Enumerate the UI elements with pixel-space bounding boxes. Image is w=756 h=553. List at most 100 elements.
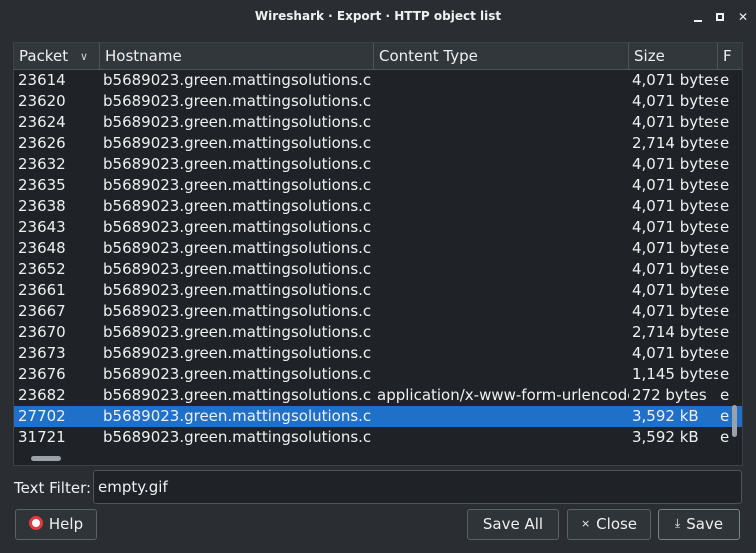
hostname-cell: b5689023.green.mattingsolutions.co — [103, 113, 371, 131]
close-button-label: Close — [596, 515, 638, 533]
minimize-icon[interactable] — [690, 9, 706, 25]
packet-cell: 23682 — [18, 386, 66, 404]
hostname-cell: b5689023.green.mattingsolutions.co — [103, 386, 371, 404]
table-row[interactable]: 23643 b5689023.green.mattingsolutions.co 4… — [14, 217, 742, 238]
table-row[interactable]: 23682 b5689023.green.mattingsolutions.co a… — [14, 385, 742, 406]
packet-cell: 23632 — [18, 155, 66, 173]
table-row[interactable]: 23632 b5689023.green.mattingsolutions.co 4… — [14, 154, 742, 175]
packet-cell: 23652 — [18, 260, 66, 278]
help-button[interactable]: Help — [15, 509, 97, 540]
packet-cell: 23635 — [18, 176, 66, 194]
size-cell: 1,145 bytes — [632, 365, 718, 383]
content-type-cell — [377, 322, 629, 343]
hostname-cell: b5689023.green.mattingsolutions.co — [103, 281, 371, 299]
hostname-cell: b5689023.green.mattingsolutions.co — [103, 197, 371, 215]
content-type-cell — [377, 406, 629, 427]
save-all-button-label: Save All — [482, 515, 544, 533]
close-button[interactable]: × Close — [567, 509, 651, 540]
content-type-cell — [377, 238, 629, 259]
table-row[interactable]: 23635 b5689023.green.mattingsolutions.co 4… — [14, 175, 742, 196]
table-row[interactable]: 23614 b5689023.green.mattingsolutions.co 4… — [14, 70, 742, 91]
table-row[interactable]: 23620 b5689023.green.mattingsolutions.co 4… — [14, 91, 742, 112]
hostname-cell: b5689023.green.mattingsolutions.co — [103, 407, 371, 425]
text-filter-input[interactable] — [93, 470, 742, 504]
packet-cell: 31721 — [18, 428, 66, 446]
packet-cell: 23667 — [18, 302, 66, 320]
packet-cell: 23661 — [18, 281, 66, 299]
content-type-cell: application/x-www-form-urlencoded — [377, 386, 629, 404]
size-cell: 272 bytes — [632, 386, 707, 404]
column-header-filename[interactable]: F — [718, 43, 742, 70]
table-row[interactable]: 23624 b5689023.green.mattingsolutions.co 4… — [14, 112, 742, 133]
size-cell: 4,071 bytes — [632, 176, 718, 194]
size-cell: 4,071 bytes — [632, 71, 718, 89]
content-type-cell — [377, 259, 629, 280]
table-row[interactable]: 23652 b5689023.green.mattingsolutions.co 4… — [14, 259, 742, 280]
packet-cell: 23614 — [18, 71, 66, 89]
column-header-content-type[interactable]: Content Type — [374, 43, 629, 70]
maximize-icon[interactable] — [712, 9, 728, 25]
size-cell: 4,071 bytes — [632, 260, 718, 278]
packet-cell: 23648 — [18, 239, 66, 257]
table-header: Packet ∨ Hostname Content Type Size F — [14, 43, 742, 70]
packet-cell: 23620 — [18, 92, 66, 110]
save-button[interactable]: ⤓ Save — [658, 509, 740, 540]
packet-cell: 23673 — [18, 344, 66, 362]
content-type-cell — [377, 91, 629, 112]
vertical-scrollbar[interactable] — [729, 71, 741, 451]
hostname-cell: b5689023.green.mattingsolutions.co — [103, 134, 371, 152]
size-cell: 4,071 bytes — [632, 197, 718, 215]
help-button-label: Help — [48, 515, 84, 533]
hostname-cell: b5689023.green.mattingsolutions.co — [103, 92, 371, 110]
table-row[interactable]: 27702 b5689023.green.mattingsolutions.co 3… — [14, 406, 742, 427]
table-row[interactable]: 23670 b5689023.green.mattingsolutions.co 2… — [14, 322, 742, 343]
content-type-cell — [377, 427, 629, 448]
table-body: 23614 b5689023.green.mattingsolutions.co 4… — [14, 70, 742, 450]
hostname-cell: b5689023.green.mattingsolutions.co — [103, 323, 371, 341]
content-type-cell — [377, 196, 629, 217]
table-row[interactable]: 23676 b5689023.green.mattingsolutions.co 1… — [14, 364, 742, 385]
hostname-cell: b5689023.green.mattingsolutions.co — [103, 302, 371, 320]
horizontal-scrollbar[interactable] — [14, 450, 729, 465]
http-object-table[interactable]: Packet ∨ Hostname Content Type Size F 23… — [13, 42, 743, 466]
content-type-cell — [377, 364, 629, 385]
table-row[interactable]: 23626 b5689023.green.mattingsolutions.co 2… — [14, 133, 742, 154]
column-header-label: Hostname — [105, 47, 182, 65]
table-row[interactable]: 23638 b5689023.green.mattingsolutions.co 4… — [14, 196, 742, 217]
size-cell: 2,714 bytes — [632, 134, 718, 152]
size-cell: 4,071 bytes — [632, 302, 718, 320]
column-header-size[interactable]: Size — [629, 43, 718, 70]
horizontal-scrollbar-thumb[interactable] — [31, 456, 61, 461]
column-header-label: Size — [634, 47, 665, 65]
hostname-cell: b5689023.green.mattingsolutions.co — [103, 260, 371, 278]
size-cell: 4,071 bytes — [632, 218, 718, 236]
close-icon: × — [580, 517, 591, 530]
table-row[interactable]: 23648 b5689023.green.mattingsolutions.co 4… — [14, 238, 742, 259]
content-type-cell — [377, 70, 629, 91]
content-type-cell — [377, 301, 629, 322]
save-all-button[interactable]: Save All — [467, 509, 559, 540]
size-cell: 4,071 bytes — [632, 92, 718, 110]
close-window-icon[interactable]: ✕ — [735, 9, 751, 25]
column-header-label: F — [723, 47, 732, 65]
size-cell: 4,071 bytes — [632, 344, 718, 362]
content-type-cell — [377, 217, 629, 238]
packet-cell: 23643 — [18, 218, 66, 236]
text-filter-label: Text Filter: — [14, 479, 92, 497]
content-type-cell — [377, 343, 629, 364]
column-header-hostname[interactable]: Hostname — [100, 43, 374, 70]
size-cell: 4,071 bytes — [632, 281, 718, 299]
content-type-cell — [377, 154, 629, 175]
column-header-packet[interactable]: Packet ∨ — [14, 43, 100, 70]
table-row[interactable]: 31721 b5689023.green.mattingsolutions.co 3… — [14, 427, 742, 448]
hostname-cell: b5689023.green.mattingsolutions.co — [103, 239, 371, 257]
vertical-scrollbar-thumb[interactable] — [732, 405, 737, 437]
packet-cell: 23638 — [18, 197, 66, 215]
hostname-cell: b5689023.green.mattingsolutions.co — [103, 344, 371, 362]
content-type-cell — [377, 112, 629, 133]
table-row[interactable]: 23673 b5689023.green.mattingsolutions.co 4… — [14, 343, 742, 364]
table-row[interactable]: 23667 b5689023.green.mattingsolutions.co 4… — [14, 301, 742, 322]
table-row[interactable]: 23661 b5689023.green.mattingsolutions.co 4… — [14, 280, 742, 301]
hostname-cell: b5689023.green.mattingsolutions.co — [103, 365, 371, 383]
packet-cell: 23624 — [18, 113, 66, 131]
